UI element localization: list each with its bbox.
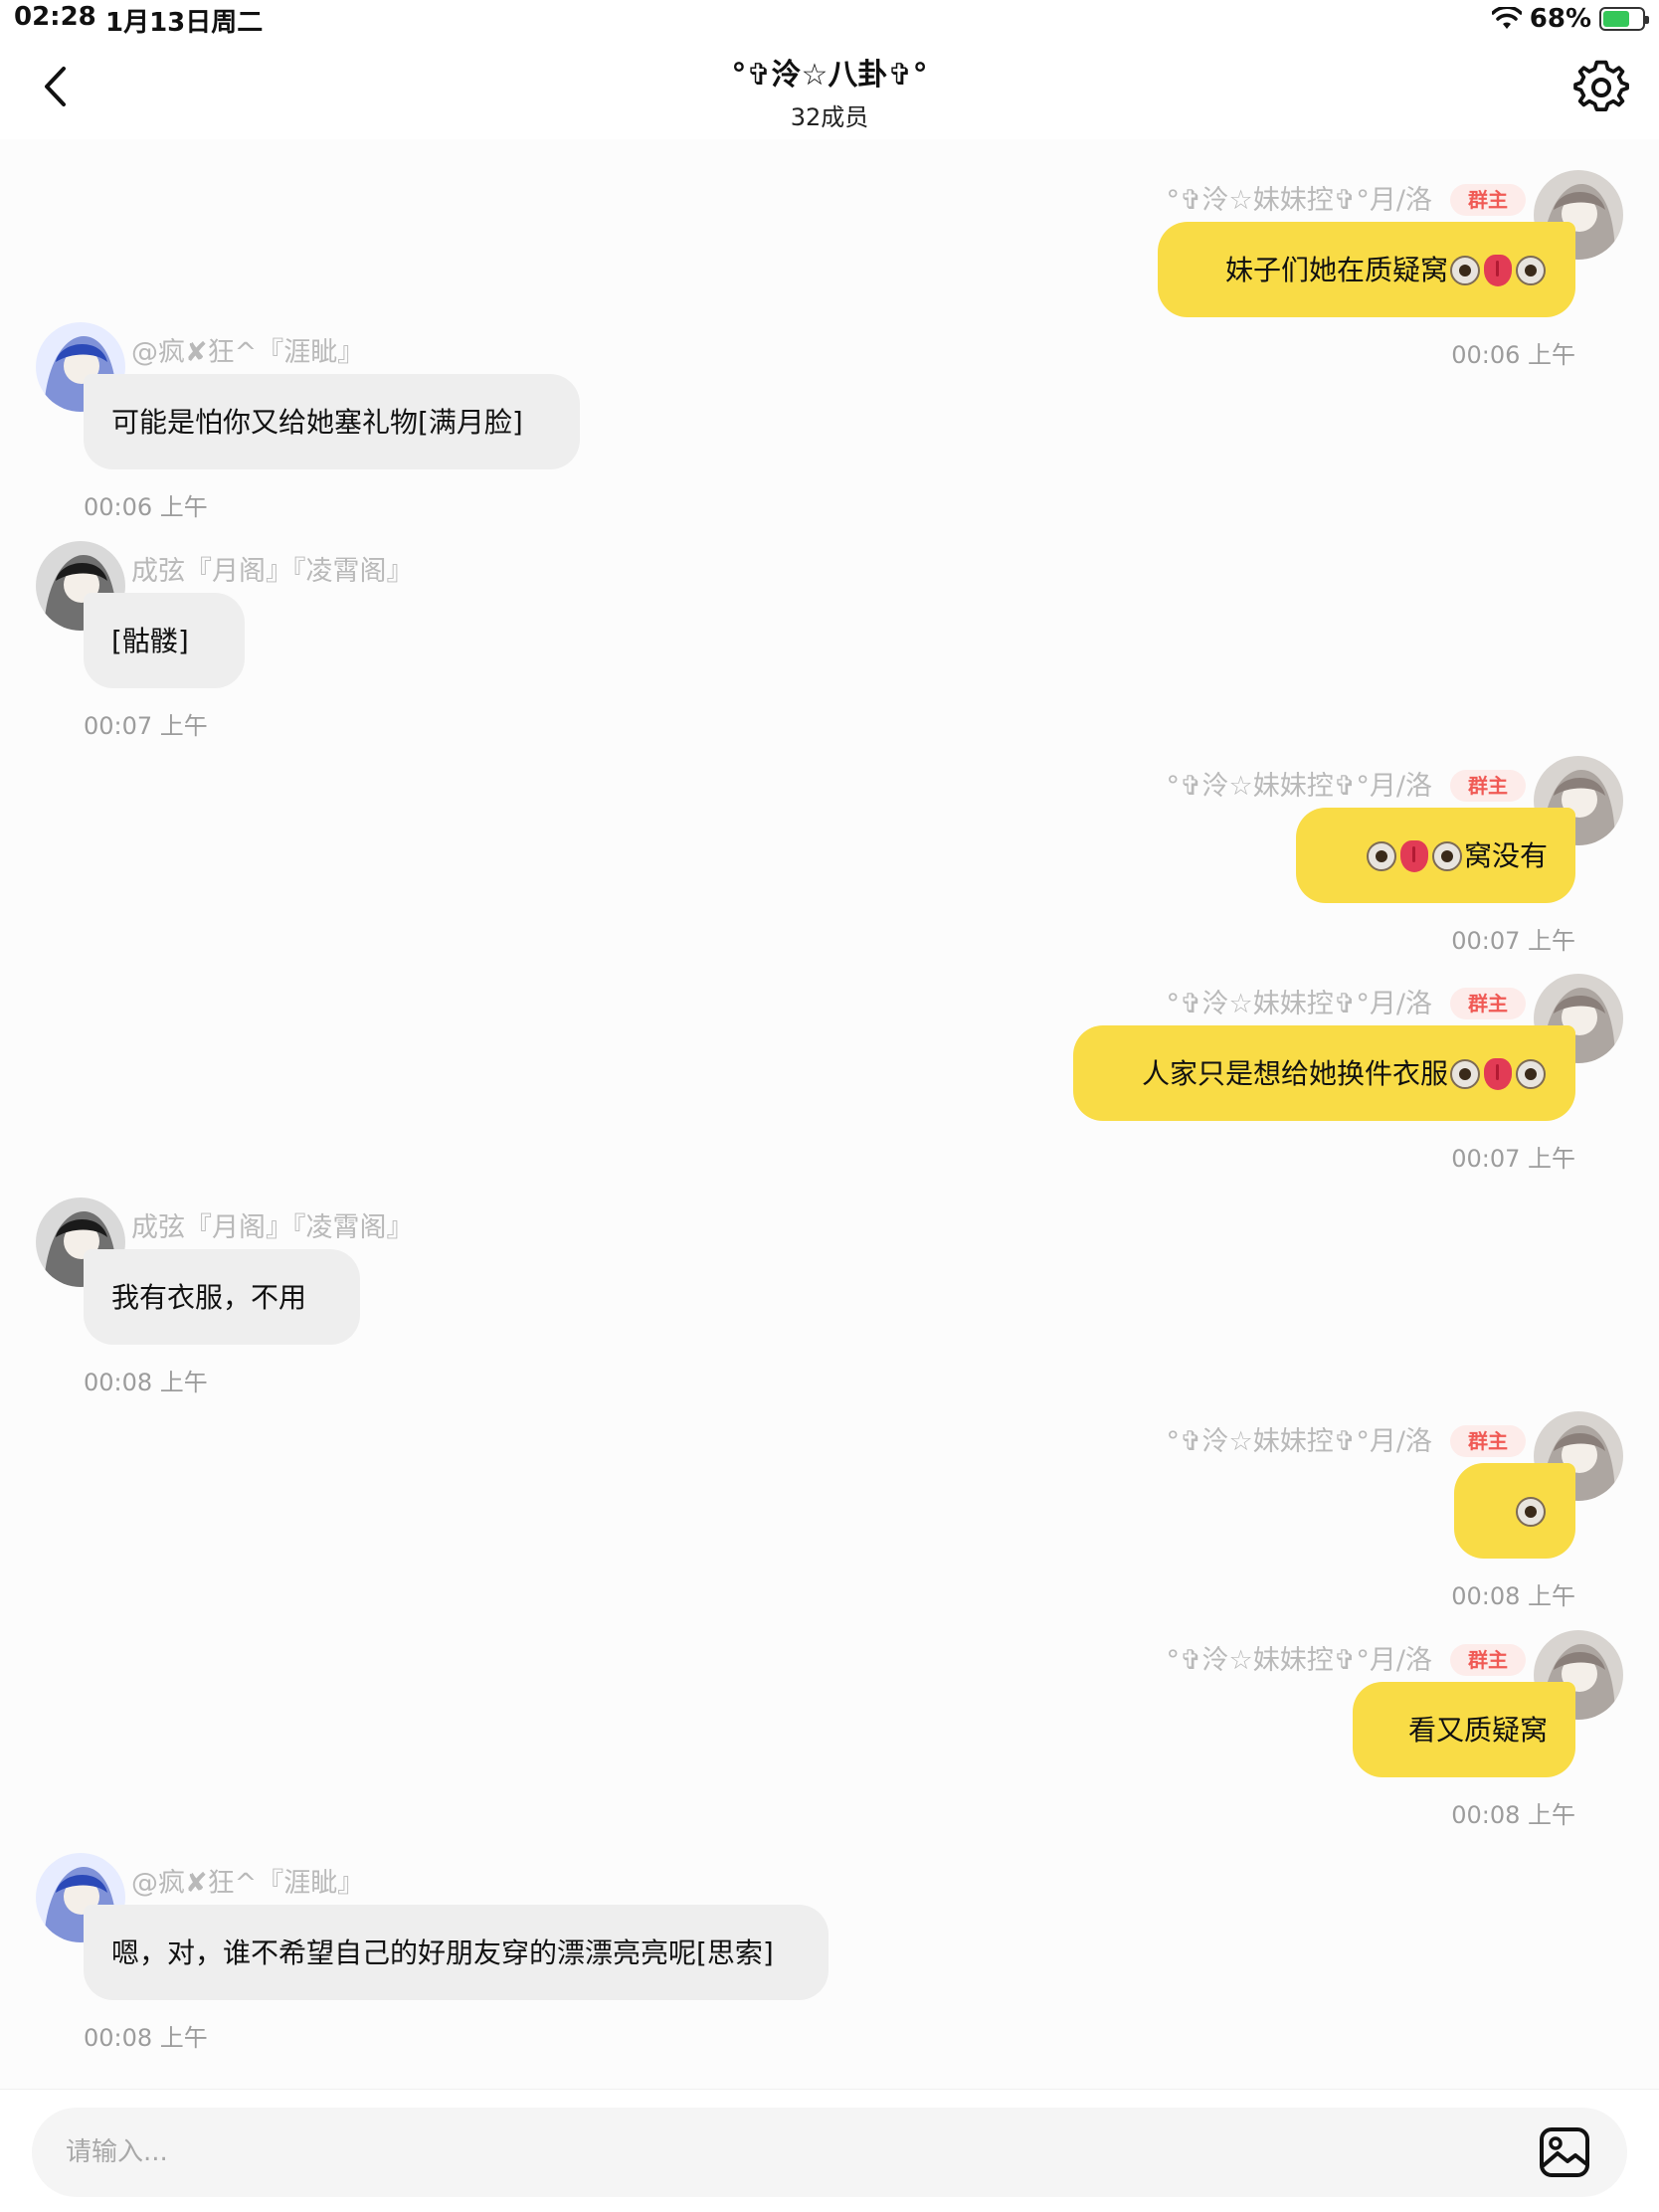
eyes-emoji-icon <box>1516 1059 1546 1089</box>
wifi-icon <box>1491 7 1522 29</box>
message-timestamp: 00:06 上午 <box>84 493 208 521</box>
message-bubble[interactable]: 妹子们她在质疑窝 <box>1158 222 1575 317</box>
message-timestamp: 00:07 上午 <box>1451 927 1575 955</box>
sender-name: °✞泠☆妹妹控✞°月/洛 <box>1166 771 1432 802</box>
message-text: 嗯，对，谁不希望自己的好朋友穿的漂漂亮亮呢[思索] <box>111 1936 774 1969</box>
tongue-emoji-icon <box>1484 255 1512 286</box>
sender-name: 成弦『月阁』『凌霄阁』 <box>131 1212 414 1243</box>
image-icon <box>1540 2127 1589 2177</box>
sender-name: @疯✘狂^『涯眦』 <box>131 1868 365 1899</box>
message-timestamp: 00:08 上午 <box>1451 1801 1575 1829</box>
eyes-emoji-icon <box>1516 1497 1546 1527</box>
message-group: °✞泠☆妹妹控✞°月/洛 群主窝没有 00:07 上午 <box>0 756 1659 975</box>
message-group: 成弦『月阁』『凌霄阁』 [骷髅] 00:07 上午 <box>0 541 1659 760</box>
eyes-emoji-icon <box>1431 841 1462 871</box>
settings-button[interactable] <box>1573 60 1629 115</box>
status-right: 68% <box>1491 4 1649 34</box>
battery-level <box>1603 11 1629 27</box>
message-timestamp: 00:08 上午 <box>84 1369 208 1396</box>
owner-badge: 群主 <box>1450 1644 1526 1676</box>
message-input[interactable]: 请输入... <box>32 2108 1627 2197</box>
status-bar: 02:28 1月13日周二 68% <box>0 0 1659 40</box>
sender-name: °✞泠☆妹妹控✞°月/洛 <box>1166 185 1432 216</box>
image-button[interactable] <box>1538 2125 1591 2179</box>
eyes-emoji-icon <box>1450 1059 1480 1089</box>
message-group: 成弦『月阁』『凌霄阁』我有衣服，不用 00:08 上午 <box>0 1198 1659 1416</box>
owner-badge: 群主 <box>1450 1425 1526 1457</box>
message-bubble[interactable] <box>1454 1463 1575 1559</box>
owner-badge: 群主 <box>1450 184 1526 216</box>
member-count: 32成员 <box>790 103 869 131</box>
message-timestamp: 00:07 上午 <box>84 712 208 740</box>
message-group: °✞泠☆妹妹控✞°月/洛 群主看又质疑窝 00:08 上午 <box>0 1630 1659 1849</box>
message-timestamp: 00:08 上午 <box>1451 1582 1575 1610</box>
message-bubble[interactable]: 人家只是想给她换件衣服 <box>1073 1025 1575 1121</box>
sender-name: °✞泠☆妹妹控✞°月/洛 <box>1166 1426 1432 1457</box>
sender-name: 成弦『月阁』『凌霄阁』 <box>131 556 414 587</box>
message-group: °✞泠☆妹妹控✞°月/洛 群主人家只是想给她换件衣服 00:07 上午 <box>0 974 1659 1193</box>
message-text: [骷髅] <box>111 625 189 657</box>
status-time: 02:28 <box>14 2 96 32</box>
message-bubble[interactable]: 窝没有 <box>1296 808 1575 903</box>
message-group: @疯✘狂^『涯眦』嗯，对，谁不希望自己的好朋友穿的漂漂亮亮呢[思索] 00:08 … <box>0 1853 1659 2072</box>
message-text: 可能是怕你又给她塞礼物[满月脸] <box>111 406 523 439</box>
battery-icon <box>1599 7 1649 31</box>
eyes-emoji-icon <box>1450 256 1480 285</box>
message-timestamp: 00:08 上午 <box>84 2024 208 2052</box>
sender-name: °✞泠☆妹妹控✞°月/洛 <box>1166 989 1432 1019</box>
input-placeholder: 请输入... <box>66 2137 168 2167</box>
tongue-emoji-icon <box>1484 1058 1512 1090</box>
chat-messages[interactable]: °✞泠☆妹妹控✞°月/洛 群主 妹子们她在质疑窝 00:06 上午 @疯✘狂^『涯眦』可… <box>0 139 1659 2089</box>
message-bubble[interactable]: 我有衣服，不用 <box>84 1249 360 1345</box>
battery-percent: 68% <box>1529 4 1591 34</box>
message-group: °✞泠☆妹妹控✞°月/洛 群主 00:08 上午 <box>0 1411 1659 1630</box>
owner-badge: 群主 <box>1450 770 1526 802</box>
message-text: 人家只是想给她换件衣服 <box>1141 1057 1448 1090</box>
input-bar: 请输入... <box>0 2089 1659 2212</box>
gear-icon <box>1573 60 1629 111</box>
message-group: @疯✘狂^『涯眦』可能是怕你又给她塞礼物[满月脸] 00:06 上午 <box>0 322 1659 541</box>
message-bubble[interactable]: 嗯，对，谁不希望自己的好朋友穿的漂漂亮亮呢[思索] <box>84 1905 829 2000</box>
eyes-emoji-icon <box>1366 841 1396 871</box>
group-title: °✞泠☆八卦✞° <box>731 58 928 92</box>
sender-name: °✞泠☆妹妹控✞°月/洛 <box>1166 1645 1432 1676</box>
message-bubble[interactable]: 看又质疑窝 <box>1353 1682 1575 1777</box>
message-bubble[interactable]: [骷髅] <box>84 593 245 688</box>
chat-header: °✞泠☆八卦✞° 32成员 <box>0 40 1659 139</box>
message-text: 妹子们她在质疑窝 <box>1224 254 1448 286</box>
status-date: 1月13日周二 <box>105 8 264 38</box>
message-text: 看又质疑窝 <box>1407 1714 1548 1747</box>
owner-badge: 群主 <box>1450 988 1526 1019</box>
sender-name: @疯✘狂^『涯眦』 <box>131 337 365 368</box>
message-text: 我有衣服，不用 <box>111 1281 307 1314</box>
message-text: 窝没有 <box>1463 839 1548 872</box>
title-block: °✞泠☆八卦✞° 32成员 <box>0 50 1659 132</box>
eyes-emoji-icon <box>1516 256 1546 285</box>
message-timestamp: 00:07 上午 <box>1451 1145 1575 1173</box>
message-bubble[interactable]: 可能是怕你又给她塞礼物[满月脸] <box>84 374 580 469</box>
tongue-emoji-icon <box>1399 840 1428 872</box>
